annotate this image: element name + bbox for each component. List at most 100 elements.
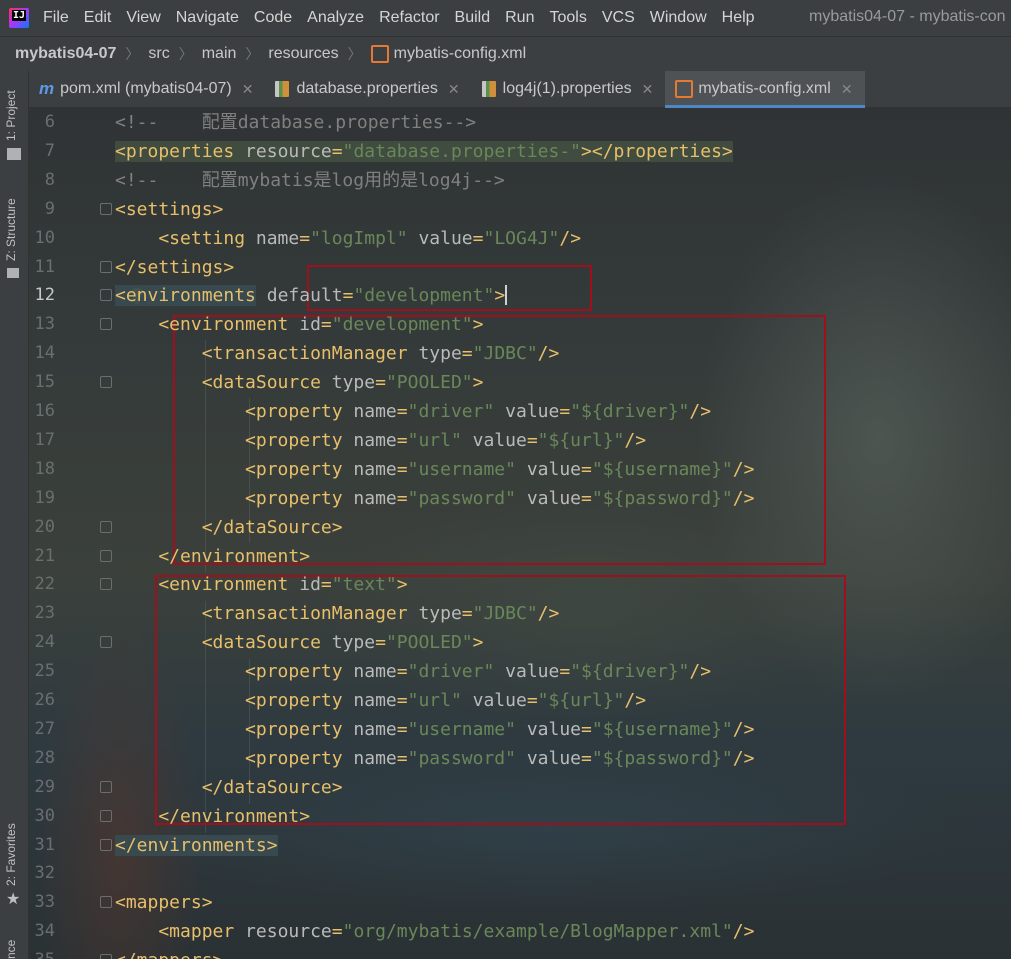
close-icon[interactable]: ✕ [642,81,654,98]
line-number: 15 [34,372,55,393]
project-tool-button[interactable]: 1: Project [4,90,18,141]
close-icon[interactable]: ✕ [841,81,853,98]
code-line[interactable]: 17 <property name="url" value="${url}"/> [29,426,1011,455]
fold-marker-icon[interactable] [100,809,112,822]
close-icon[interactable]: ✕ [242,81,254,98]
menu-help[interactable]: Help [722,9,755,27]
fold-marker-icon[interactable] [100,318,112,331]
line-number: 14 [34,343,55,364]
menu-run[interactable]: Run [505,9,534,27]
fold-marker-icon[interactable] [100,376,112,389]
editor-tab-bar: m pom.xml (mybatis04-07) ✕ database.prop… [29,71,1011,108]
code-line[interactable]: 13 <environment id="development"> [29,310,1011,339]
fold-marker-icon[interactable] [100,289,112,302]
tab-log4j-properties[interactable]: log4j(1).properties ✕ [472,71,666,107]
code-token: <property [115,429,343,451]
folder-icon[interactable] [7,148,21,160]
breadcrumb-project[interactable]: mybatis04-07 [15,45,116,63]
code-text: <property name="password" value="${passw… [115,484,754,513]
code-line[interactable]: 6 <!-- 配置database.properties--> [29,108,1011,137]
code-line[interactable]: 24 <dataSource type="POOLED"> [29,628,1011,657]
code-line[interactable]: 14 <transactionManager type="JDBC"/> [29,339,1011,368]
menu-tools[interactable]: Tools [549,9,586,27]
breadcrumb-src[interactable]: src [148,45,169,63]
fold-marker-icon[interactable] [100,954,112,959]
code-line[interactable]: 29 </dataSource> [29,773,1011,802]
code-token: = [375,632,386,654]
menu-build[interactable]: Build [455,9,491,27]
code-line[interactable]: 10 <setting name="logImpl" value="LOG4J"… [29,224,1011,253]
menu-vcs[interactable]: VCS [602,9,635,27]
fold-marker-icon[interactable] [100,202,112,215]
fold-marker-icon[interactable] [100,260,112,273]
structure-icon[interactable] [7,268,19,278]
code-line[interactable]: 20 </dataSource> [29,513,1011,542]
code-token: = [559,401,571,422]
code-token: name [342,661,397,683]
code-text: <dataSource type="POOLED"> [115,368,484,397]
code-token: value [515,718,582,740]
fold-marker-icon[interactable] [100,549,112,562]
code-text: </dataSource> [115,513,343,542]
fold-marker-icon[interactable] [100,636,112,649]
structure-tool-button[interactable]: Z: Structure [4,198,18,261]
fold-marker-icon[interactable] [100,578,112,591]
code-token: "POOLED" [385,372,473,394]
code-token: "driver" [407,401,495,422]
code-line[interactable]: 27 <property name="username" value="${us… [29,715,1011,744]
code-line[interactable]: 19 <property name="password" value="${pa… [29,484,1011,513]
code-line[interactable]: 30 </environment> [29,802,1011,831]
menu-navigate[interactable]: Navigate [176,9,239,27]
code-line[interactable]: 25 <property name="driver" value="${driv… [29,657,1011,686]
code-line[interactable]: 23 <transactionManager type="JDBC"/> [29,599,1011,628]
breadcrumb-file[interactable]: mybatis-config.xml [394,45,526,63]
code-token: <setting [115,227,246,249]
code-token: = [375,372,386,394]
code-line[interactable]: 18 <property name="username" value="${us… [29,455,1011,484]
menu-edit[interactable]: Edit [84,9,112,27]
code-editor[interactable]: 6 <!-- 配置database.properties--> 7 <properti… [29,108,1011,959]
code-line[interactable]: 12💡<environments default="development"> [29,281,1011,310]
code-line[interactable]: 31 </environments> [29,831,1011,860]
favorites-tool-button[interactable]: 2: Favorites [4,823,18,886]
fold-marker-icon[interactable] [100,520,112,533]
intellij-logo-icon[interactable] [9,8,29,28]
code-line[interactable]: 7 <properties resource="database.properti… [29,137,1011,166]
fold-marker-icon[interactable] [100,896,112,909]
code-line[interactable]: 21 </environment> [29,542,1011,571]
code-line[interactable]: 8 <!-- 配置mybatis是log用的是log4j--> [29,166,1011,195]
code-token: id [288,574,321,596]
code-token: "username" [407,458,516,480]
tab-pom-xml[interactable]: m pom.xml (mybatis04-07) ✕ [29,71,265,107]
code-line[interactable]: 26 <property name="url" value="${url}"/> [29,686,1011,715]
code-line[interactable]: 15 <dataSource type="POOLED"> [29,368,1011,397]
code-line[interactable]: 11 </settings> [29,253,1011,282]
code-line[interactable]: 35 </mappers> [29,946,1011,959]
menu-analyze[interactable]: Analyze [307,9,364,27]
fold-marker-icon[interactable] [100,838,112,851]
star-icon[interactable]: ★ [6,889,20,909]
code-line[interactable]: 32 [29,859,1011,888]
code-text: <property name="password" value="${passw… [115,744,754,773]
menu-code[interactable]: Code [254,9,292,27]
tab-mybatis-config-xml[interactable]: mybatis-config.xml ✕ [665,71,865,108]
menu-window[interactable]: Window [650,9,707,27]
close-icon[interactable]: ✕ [448,81,460,98]
code-token: <transactionManager [115,343,408,365]
code-line[interactable]: 9 <settings> [29,195,1011,224]
menu-view[interactable]: View [126,9,160,27]
menu-refactor[interactable]: Refactor [379,9,439,27]
code-line[interactable]: 33 <mappers> [29,888,1011,917]
code-line[interactable]: 34 <mapper resource="org/mybatis/example… [29,917,1011,946]
fold-marker-icon[interactable] [100,780,112,793]
breadcrumb-resources[interactable]: resources [268,45,338,63]
breadcrumb-main[interactable]: main [202,45,237,63]
code-line[interactable]: 16 <property name="driver" value="${driv… [29,397,1011,426]
bottom-tool-button[interactable]: nce [4,940,18,959]
code-line[interactable]: 22 <environment id="text"> [29,570,1011,599]
tab-database-properties[interactable]: database.properties ✕ [265,71,471,107]
menu-file[interactable]: File [43,9,69,27]
code-text: <dataSource type="POOLED"> [115,628,484,657]
code-line[interactable]: 28 <property name="password" value="${pa… [29,744,1011,773]
code-token: resource [234,921,332,943]
